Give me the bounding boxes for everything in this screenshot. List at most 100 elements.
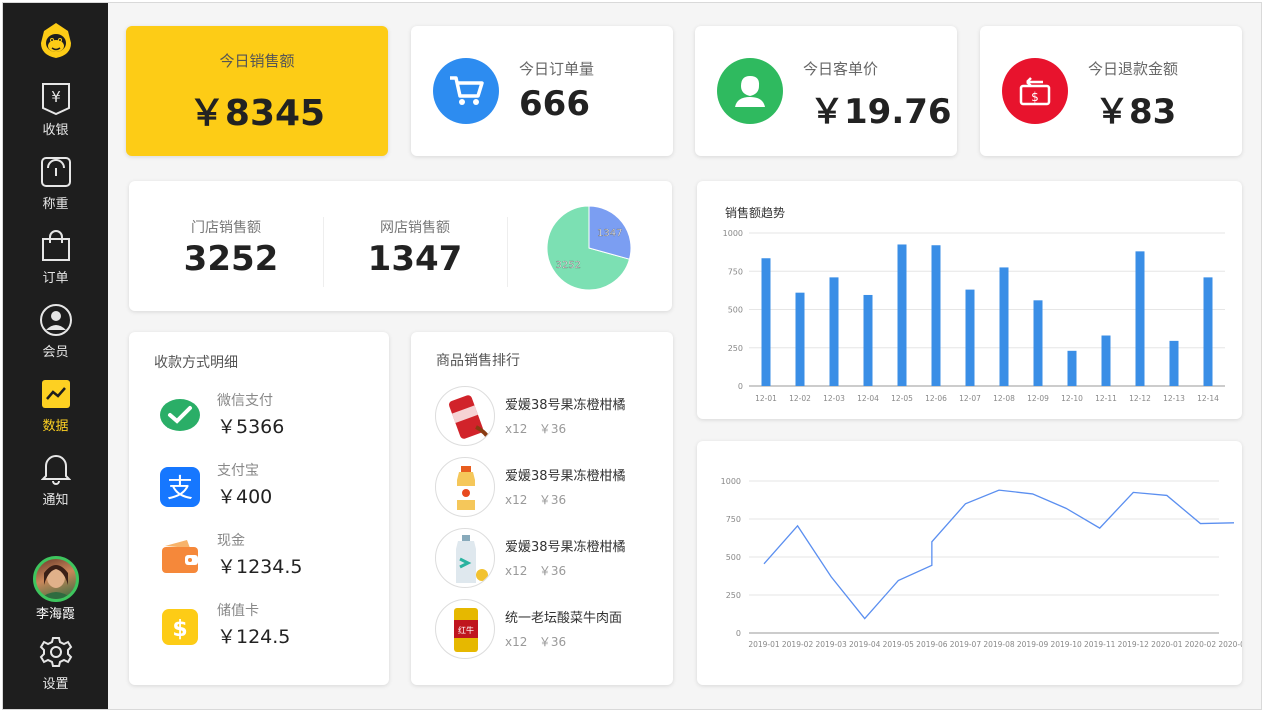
user-name: 李海霞 bbox=[35, 607, 75, 622]
nav-item-orders[interactable]: 订单 bbox=[3, 229, 108, 299]
x-tick-label: 12-03 bbox=[823, 394, 845, 403]
nav-label: 设置 bbox=[42, 677, 69, 692]
member-icon bbox=[39, 303, 73, 337]
x-tick-label: 2019-02 bbox=[782, 640, 814, 649]
y-tick-label: 500 bbox=[728, 306, 743, 315]
product-ranking-card: 商品销售排行 爱媛38号果冻橙柑橘 x12 ￥36 爱媛38号果冻橙柑橘 x12… bbox=[411, 332, 673, 685]
product-price: ￥36 bbox=[538, 422, 567, 436]
payment-methods-card: 收款方式明细 微信支付 ￥5366 支 支付宝 ￥400 现金 ￥1234.5 … bbox=[129, 332, 389, 685]
x-tick-label: 2020-02 bbox=[1185, 640, 1217, 649]
nav-label: 称重 bbox=[42, 197, 69, 212]
store-sales-label: 门店销售额 bbox=[191, 220, 261, 236]
channel-sales-card: 门店销售额 3252 网店销售额 1347 3252 1347 bbox=[129, 181, 672, 311]
kpi-value: ￥19.76 bbox=[810, 92, 952, 132]
y-tick-label: 1000 bbox=[723, 229, 743, 238]
nav-label: 收银 bbox=[42, 123, 69, 138]
x-tick-label: 2019-07 bbox=[950, 640, 982, 649]
chart-title: 销售额趋势 bbox=[725, 205, 785, 220]
x-tick-label: 2019-12 bbox=[1118, 640, 1150, 649]
x-tick-label: 12-12 bbox=[1129, 394, 1151, 403]
kpi-title: 今日退款金额 bbox=[1088, 60, 1179, 78]
ranking-item[interactable]: 爱媛38号果冻橙柑橘 x12 ￥36 bbox=[435, 457, 665, 519]
kpi-card-today-orders: 今日订单量 666 bbox=[411, 26, 673, 156]
nav-item-cashier[interactable]: ¥ 收银 bbox=[3, 81, 108, 151]
kpi-card-avg-price: 今日客单价 ￥19.76 bbox=[695, 26, 957, 156]
x-tick-label: 12-11 bbox=[1095, 394, 1117, 403]
nav-item-notify[interactable]: 通知 bbox=[3, 451, 108, 521]
pie-slice-label: 3252 bbox=[556, 260, 581, 271]
product-meta: x12 ￥36 bbox=[505, 491, 566, 508]
online-sales-value: 1347 bbox=[367, 239, 463, 279]
x-tick-label: 2019-11 bbox=[1084, 640, 1116, 649]
bar bbox=[1101, 335, 1111, 386]
section-title: 商品销售排行 bbox=[436, 353, 520, 369]
y-tick-label: 0 bbox=[738, 382, 743, 391]
y-tick-label: 0 bbox=[736, 629, 741, 638]
bar bbox=[795, 292, 805, 386]
kpi-card-today-sales: 今日销售额 ￥8345 bbox=[126, 26, 388, 156]
product-qty: x12 bbox=[505, 422, 528, 436]
x-tick-label: 12-08 bbox=[993, 394, 1015, 403]
product-meta: x12 ￥36 bbox=[505, 562, 566, 579]
scale-icon bbox=[39, 155, 73, 189]
ranking-item[interactable]: 红牛 统一老坛酸菜牛肉面 x12 ￥36 bbox=[435, 599, 665, 661]
juice-bottle-image bbox=[435, 457, 495, 517]
ranking-item[interactable]: 爱媛38号果冻橙柑橘 x12 ￥36 bbox=[435, 528, 665, 590]
sales-pie-chart: 3252 1347 bbox=[546, 205, 632, 291]
nav-label: 通知 bbox=[42, 493, 69, 508]
avatar[interactable] bbox=[33, 556, 79, 602]
nav-label: 订单 bbox=[42, 271, 69, 286]
y-tick-label: 750 bbox=[728, 267, 743, 276]
kpi-value: ￥83 bbox=[1095, 92, 1177, 132]
x-tick-label: 2019-08 bbox=[983, 640, 1015, 649]
nav-item-settings[interactable]: 设置 bbox=[3, 635, 108, 705]
kpi-title: 今日客单价 bbox=[803, 60, 879, 78]
x-tick-label: 2019-01 bbox=[748, 640, 780, 649]
x-tick-label: 2019-03 bbox=[815, 640, 847, 649]
nav-item-members[interactable]: 会员 bbox=[3, 303, 108, 373]
ranking-item[interactable]: 爱媛38号果冻橙柑橘 x12 ￥36 bbox=[435, 386, 665, 448]
svg-text:红牛: 红牛 bbox=[458, 625, 474, 635]
x-tick-label: 12-14 bbox=[1197, 394, 1219, 403]
bar bbox=[965, 289, 975, 386]
kpi-card-refund: $ 今日退款金额 ￥83 bbox=[980, 26, 1242, 156]
series-line bbox=[763, 489, 1235, 620]
divider bbox=[507, 217, 508, 287]
payment-value: ￥1234.5 bbox=[217, 556, 303, 578]
gear-icon bbox=[39, 635, 73, 669]
product-price: ￥36 bbox=[538, 493, 567, 507]
x-tick-label: 2020-03 bbox=[1218, 640, 1242, 649]
product-price: ￥36 bbox=[538, 635, 567, 649]
sales-trend-card: 销售额趋势 0 250 500 750 1000 12-01 12-02 12-03 12-04 1… bbox=[697, 181, 1242, 419]
x-tick-label: 12-06 bbox=[925, 394, 947, 403]
user-icon bbox=[717, 58, 783, 124]
payment-label: 储值卡 bbox=[217, 603, 259, 619]
x-tick-label: 2019-04 bbox=[849, 640, 881, 649]
kpi-value: 666 bbox=[519, 84, 590, 124]
sales-trend-bar-chart: 销售额趋势 0 250 500 750 1000 12-01 12-02 12-03 12-04 1… bbox=[723, 205, 1225, 403]
product-meta: x12 ￥36 bbox=[505, 420, 566, 437]
bar bbox=[999, 267, 1009, 386]
store-sales-value: 3252 bbox=[183, 239, 279, 279]
x-tick-label: 2020-01 bbox=[1151, 640, 1183, 649]
red-bull-can-image: 红牛 bbox=[435, 599, 495, 659]
payment-label: 支付宝 bbox=[217, 463, 259, 479]
product-meta: x12 ￥36 bbox=[505, 633, 566, 650]
y-tick-label: 250 bbox=[726, 591, 741, 600]
wechat-pay-icon bbox=[160, 399, 200, 431]
refund-icon: $ bbox=[1002, 58, 1068, 124]
x-tick-label: 2019-05 bbox=[883, 640, 915, 649]
bar bbox=[1203, 277, 1213, 386]
monthly-trend-line-chart: 025050075010002019-01 2019-02 2019-03 2019-… bbox=[721, 477, 1250, 649]
y-tick-label: 1000 bbox=[721, 477, 741, 486]
product-name: 爱媛38号果冻橙柑橘 bbox=[505, 469, 626, 484]
chart-icon bbox=[39, 377, 73, 411]
shopping-cart-icon bbox=[433, 58, 499, 124]
payment-value: ￥400 bbox=[217, 486, 273, 508]
nav-item-weigh[interactable]: 称重 bbox=[3, 155, 108, 225]
nav-item-data[interactable]: 数据 bbox=[3, 377, 108, 447]
x-tick-label: 12-09 bbox=[1027, 394, 1049, 403]
x-tick-label: 12-10 bbox=[1061, 394, 1083, 403]
app-frame: ¥ 收银 称重 订单 会员 数据 通知 李海霞 设置 今日销售额 ￥8345 今… bbox=[2, 2, 1262, 710]
payment-value: ￥5366 bbox=[217, 416, 285, 438]
